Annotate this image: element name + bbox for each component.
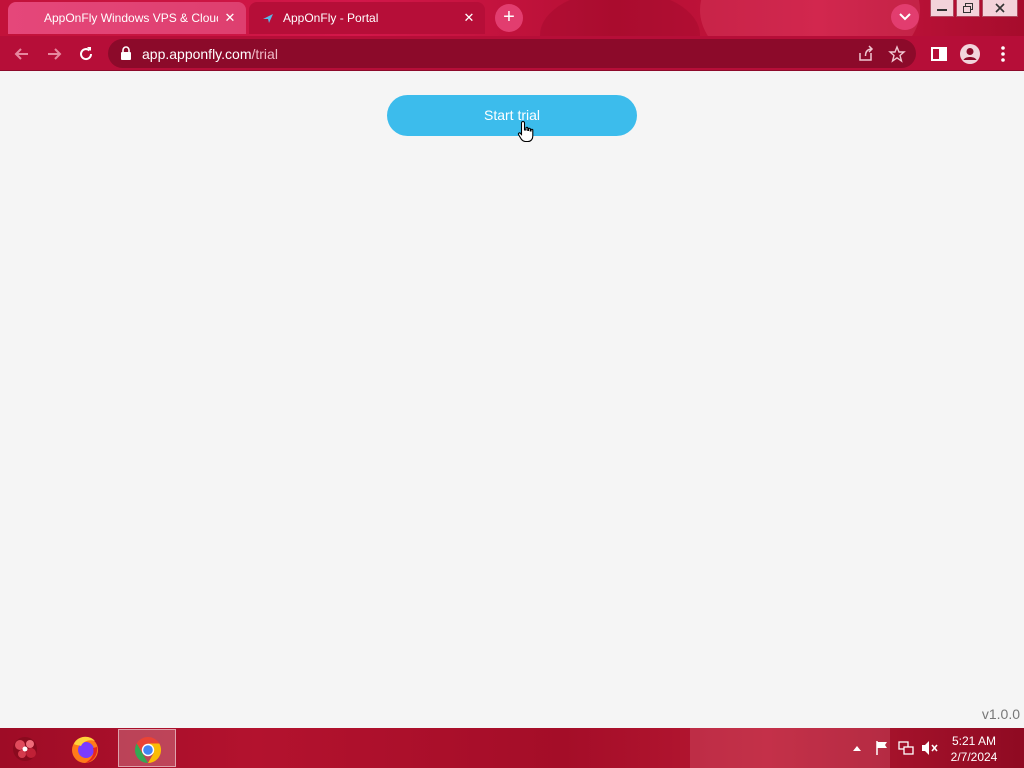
taskbar-clock[interactable]: 5:21 AM 2/7/2024 — [944, 733, 1004, 765]
chrome-icon — [134, 736, 162, 764]
start-trial-button[interactable]: Start trial — [387, 95, 637, 136]
address-bar[interactable]: app.apponfly.com/trial — [108, 39, 916, 68]
new-tab-button[interactable]: + — [495, 4, 523, 32]
theme-decoration — [700, 0, 920, 36]
kebab-menu-icon[interactable] — [992, 43, 1014, 65]
forward-button[interactable] — [42, 42, 66, 66]
share-icon[interactable] — [857, 45, 875, 63]
tab-search-button[interactable] — [891, 4, 919, 30]
url-text: app.apponfly.com/trial — [142, 46, 278, 62]
page-content: Start trial v1.0.0 — [0, 71, 1024, 728]
minimize-icon — [937, 9, 947, 11]
firefox-icon — [72, 736, 98, 763]
tab-close-icon[interactable]: ✕ — [222, 10, 238, 26]
hand-pointer-cursor-icon — [517, 120, 534, 143]
tab-apponfly-portal[interactable]: AppOnFly - Portal ✕ — [249, 2, 485, 34]
bookmark-star-icon[interactable] — [888, 45, 906, 63]
chevron-down-icon — [899, 13, 911, 21]
forward-arrow-icon — [48, 48, 62, 60]
start-button-icon[interactable] — [8, 732, 42, 764]
tab-apponfly-home[interactable]: AppOnFly Windows VPS & Cloud Desktop ✕ — [8, 2, 246, 34]
url-path: /trial — [251, 46, 278, 62]
show-hidden-icons-icon[interactable] — [852, 744, 862, 752]
close-icon — [995, 3, 1005, 13]
lock-icon — [121, 46, 131, 60]
restore-icon — [963, 3, 973, 13]
restore-button[interactable] — [956, 0, 980, 17]
tab-title: AppOnFly - Portal — [283, 11, 379, 25]
browser-toolbar: app.apponfly.com/trial — [0, 36, 1024, 71]
minimize-button[interactable] — [930, 0, 954, 17]
close-window-button[interactable] — [982, 0, 1018, 17]
reload-button[interactable] — [74, 42, 98, 66]
network-icon[interactable] — [898, 740, 914, 756]
taskbar-firefox[interactable] — [56, 729, 114, 767]
tab-strip: AppOnFly Windows VPS & Cloud Desktop ✕ A… — [0, 0, 1024, 36]
tab-close-icon[interactable]: ✕ — [461, 10, 477, 26]
tab-title: AppOnFly Windows VPS & Cloud Desktop — [44, 11, 218, 25]
taskbar-chrome[interactable] — [118, 729, 176, 767]
profile-avatar-icon[interactable] — [959, 43, 981, 65]
version-label: v1.0.0 — [981, 706, 1020, 722]
window-controls — [930, 0, 1018, 18]
clock-time: 5:21 AM — [951, 734, 997, 748]
taskbar: 5:21 AM 2/7/2024 — [0, 728, 1024, 768]
theme-decoration — [540, 0, 700, 36]
back-button[interactable] — [10, 42, 34, 66]
action-center-flag-icon[interactable] — [874, 740, 890, 756]
url-domain: app.apponfly.com — [142, 46, 252, 62]
side-panel-icon[interactable] — [928, 43, 950, 65]
clock-date: 2/7/2024 — [950, 750, 998, 764]
volume-muted-icon[interactable] — [921, 740, 939, 756]
reload-icon — [80, 47, 93, 61]
back-arrow-icon — [14, 48, 28, 60]
apponfly-favicon-icon — [263, 14, 273, 23]
